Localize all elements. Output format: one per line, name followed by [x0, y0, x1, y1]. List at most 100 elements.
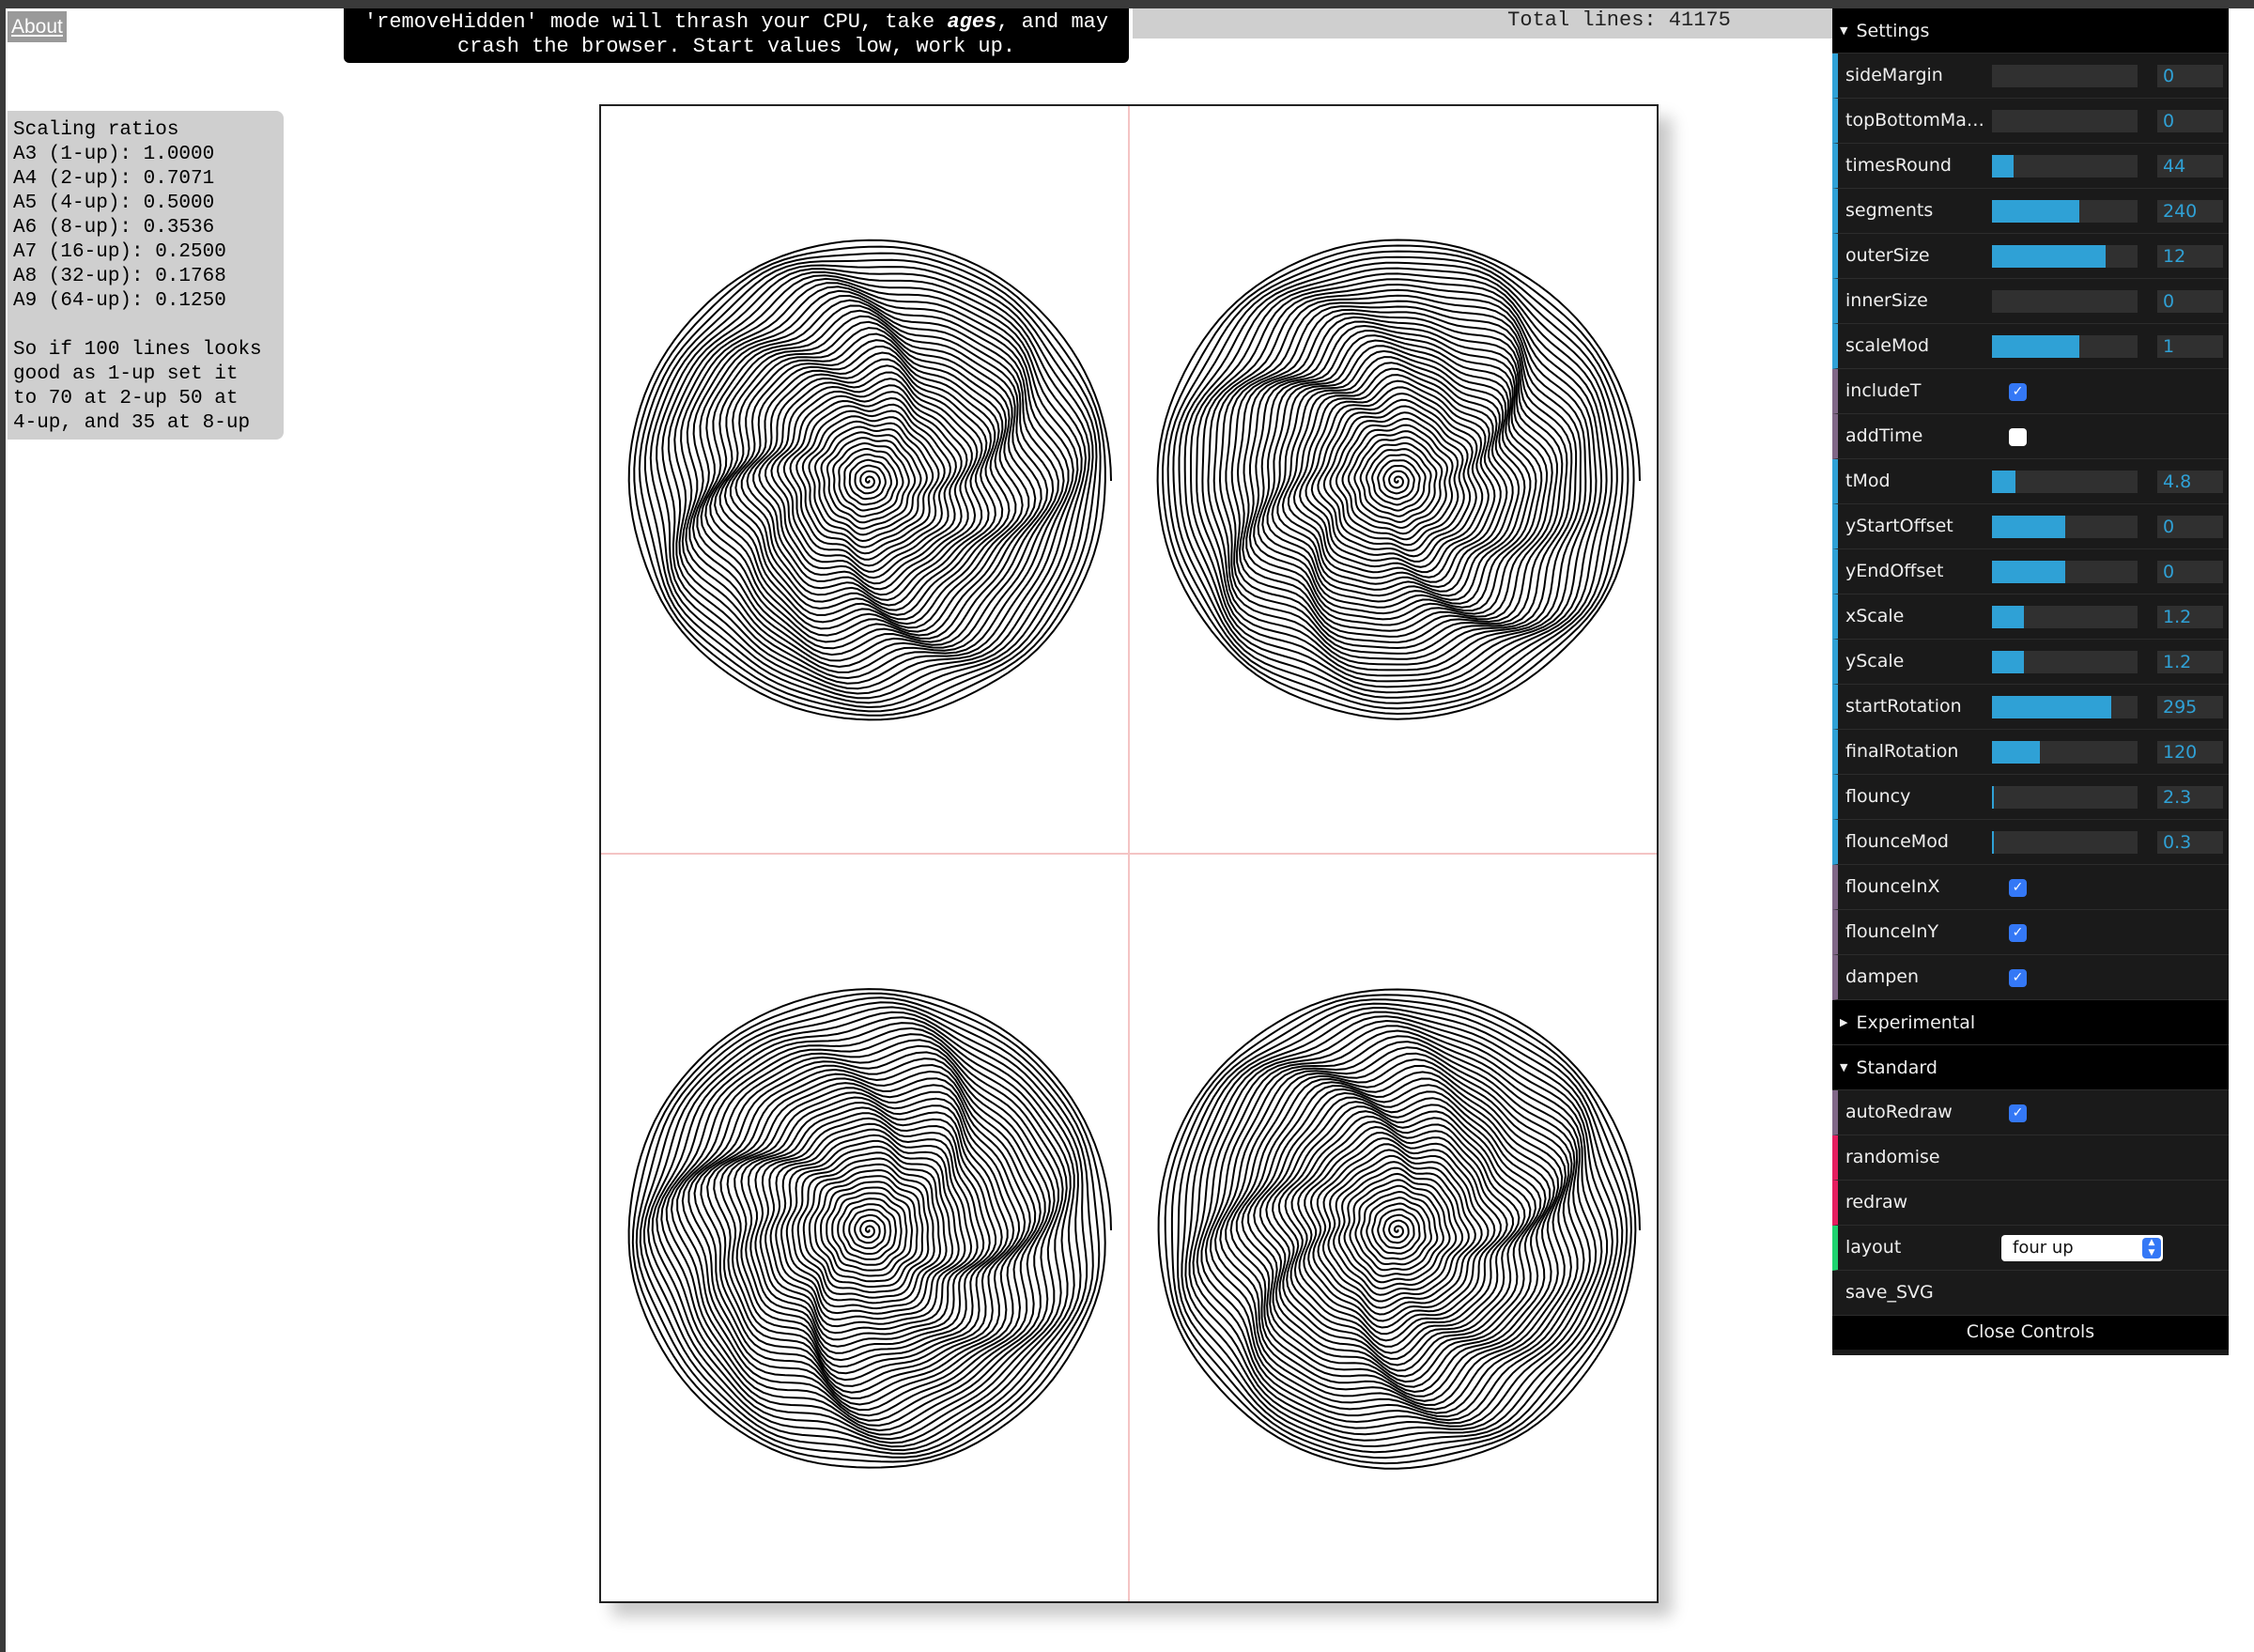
number-input[interactable]: 295	[2157, 696, 2223, 718]
control-label: scaleMod	[1845, 335, 1930, 356]
ratio-note-line: to 70 at 2-up 50 at	[13, 388, 239, 409]
control-label: randomise	[1845, 1147, 1940, 1167]
slider-fill	[1992, 831, 1994, 854]
slider-fill	[1992, 696, 2112, 718]
warning-line-1: 'removeHidden' mode will thrash your CPU…	[344, 10, 1129, 35]
control-row-innersize: innerSize 0	[1832, 279, 2229, 324]
control-row-flouncy: flouncy 2.3	[1832, 775, 2229, 820]
checkbox-checked[interactable]: ✓	[2009, 1104, 2027, 1122]
close-controls-button[interactable]: Close Controls	[1832, 1316, 2229, 1350]
control-label: segments	[1845, 200, 1934, 221]
slider-track[interactable]	[1992, 65, 2138, 87]
control-row-flounceinx: flounceInX ✓	[1832, 865, 2229, 910]
control-row-autoredraw: autoRedraw ✓	[1832, 1090, 2229, 1135]
control-label: tMod	[1845, 471, 1891, 491]
slider-track[interactable]	[1992, 516, 2138, 538]
slider-track[interactable]	[1992, 335, 2138, 358]
number-input[interactable]: 1	[2157, 335, 2223, 358]
scaling-ratios-box: Scaling ratios A3 (1-up): 1.0000 A4 (2-u…	[8, 111, 284, 440]
control-row-segments: segments 240	[1832, 189, 2229, 234]
ratio-line: A7 (16-up): 0.2500	[13, 241, 226, 263]
number-input[interactable]: 240	[2157, 200, 2223, 223]
number-input[interactable]: 12	[2157, 245, 2223, 268]
ratio-note-line: So if 100 lines looks	[13, 339, 262, 361]
slider-track[interactable]	[1992, 471, 2138, 493]
control-label: redraw	[1845, 1192, 1908, 1212]
control-label: sideMargin	[1845, 65, 1943, 85]
slider-track[interactable]	[1992, 786, 2138, 809]
settings-rows: sideMargin 0 topBottomMar… 0 timesRound 44 seg…	[1832, 54, 2229, 1000]
spiral-drawing-3	[627, 988, 1112, 1469]
number-input[interactable]: 44	[2157, 155, 2223, 178]
layout-select[interactable]: four up ▲ ▼	[2001, 1235, 2163, 1261]
number-input[interactable]: 0	[2157, 516, 2223, 538]
slider-track[interactable]	[1992, 831, 2138, 854]
control-label: yScale	[1845, 651, 1905, 672]
number-input[interactable]: 1.2	[2157, 606, 2223, 628]
control-row-xscale: xScale 1.2	[1832, 594, 2229, 640]
select-arrows-icon: ▲ ▼	[2142, 1238, 2161, 1258]
slider-track[interactable]	[1992, 200, 2138, 223]
save-svg-label: save_SVG	[1845, 1282, 1934, 1303]
checkbox-checked[interactable]: ✓	[2009, 879, 2027, 897]
number-input[interactable]: 4.8	[2157, 471, 2223, 493]
settings-panel: ▼ Settings sideMargin 0 topBottomMar… 0 times…	[1832, 8, 2229, 1355]
slider-fill	[1992, 200, 2079, 223]
checkbox-checked[interactable]: ✓	[2009, 924, 2027, 942]
slider-fill	[1992, 786, 1994, 809]
number-input[interactable]: 0	[2157, 290, 2223, 313]
control-label: outerSize	[1845, 245, 1930, 266]
about-link[interactable]: About	[8, 11, 67, 42]
slider-track[interactable]	[1992, 651, 2138, 673]
number-input[interactable]: 2.3	[2157, 786, 2223, 809]
slider-track[interactable]	[1992, 606, 2138, 628]
warning-line-2: crash the browser. Start values low, wor…	[456, 35, 1016, 58]
slider-fill	[1992, 155, 2015, 178]
standard-rows: autoRedraw ✓ randomise redraw layout four up ▲…	[1832, 1090, 2229, 1271]
control-row-redraw[interactable]: redraw	[1832, 1181, 2229, 1226]
window-top-bar	[0, 0, 2254, 8]
control-label: startRotation	[1845, 696, 1962, 717]
control-row-outersize: outerSize 12	[1832, 234, 2229, 279]
checkbox-checked[interactable]: ✓	[2009, 969, 2027, 987]
slider-track[interactable]	[1992, 110, 2138, 132]
caret-right-icon: ▶	[1840, 1016, 1848, 1028]
number-input[interactable]: 0.3	[2157, 831, 2223, 854]
folder-experimental-title: Experimental	[1856, 1011, 1976, 1033]
control-label: topBottomMar…	[1845, 110, 1988, 131]
ratio-line: A5 (4-up): 0.5000	[13, 193, 215, 214]
save-svg-button[interactable]: save_SVG	[1832, 1271, 2229, 1316]
control-label: layout	[1845, 1237, 1902, 1258]
control-row-topbottommar: topBottomMar… 0	[1832, 99, 2229, 144]
warning-banner: 'removeHidden' mode will thrash your CPU…	[344, 8, 1129, 63]
folder-settings[interactable]: ▼ Settings	[1832, 8, 2229, 54]
number-input[interactable]: 120	[2157, 741, 2223, 764]
spiral-drawing-1	[627, 239, 1112, 721]
number-input[interactable]: 0	[2157, 65, 2223, 87]
control-label: flounceInY	[1845, 921, 1939, 942]
control-row-randomise[interactable]: randomise	[1832, 1135, 2229, 1181]
number-input[interactable]: 0	[2157, 110, 2223, 132]
slider-track[interactable]	[1992, 245, 2138, 268]
slider-track[interactable]	[1992, 561, 2138, 583]
slider-track[interactable]	[1992, 696, 2138, 718]
folder-standard-title: Standard	[1856, 1057, 1938, 1078]
slider-fill	[1992, 741, 2041, 764]
checkbox-unchecked[interactable]	[2009, 428, 2027, 446]
slider-track[interactable]	[1992, 290, 2138, 313]
folder-experimental[interactable]: ▶ Experimental	[1832, 1000, 2229, 1045]
number-input[interactable]: 0	[2157, 561, 2223, 583]
control-row-tmod: tMod 4.8	[1832, 459, 2229, 504]
control-row-flounceiny: flounceInY ✓	[1832, 910, 2229, 955]
control-row-startrotation: startRotation 295	[1832, 685, 2229, 730]
slider-track[interactable]	[1992, 741, 2138, 764]
slider-fill	[1992, 651, 2025, 673]
control-label: includeT	[1845, 380, 1922, 401]
folder-standard[interactable]: ▼ Standard	[1832, 1045, 2229, 1090]
ratio-note-line: good as 1-up set it	[13, 363, 239, 385]
number-input[interactable]: 1.2	[2157, 651, 2223, 673]
control-row-ystartoffset: yStartOffset 0	[1832, 504, 2229, 549]
slider-track[interactable]	[1992, 155, 2138, 178]
control-row-yendoffset: yEndOffset 0	[1832, 549, 2229, 594]
checkbox-checked[interactable]: ✓	[2009, 383, 2027, 401]
